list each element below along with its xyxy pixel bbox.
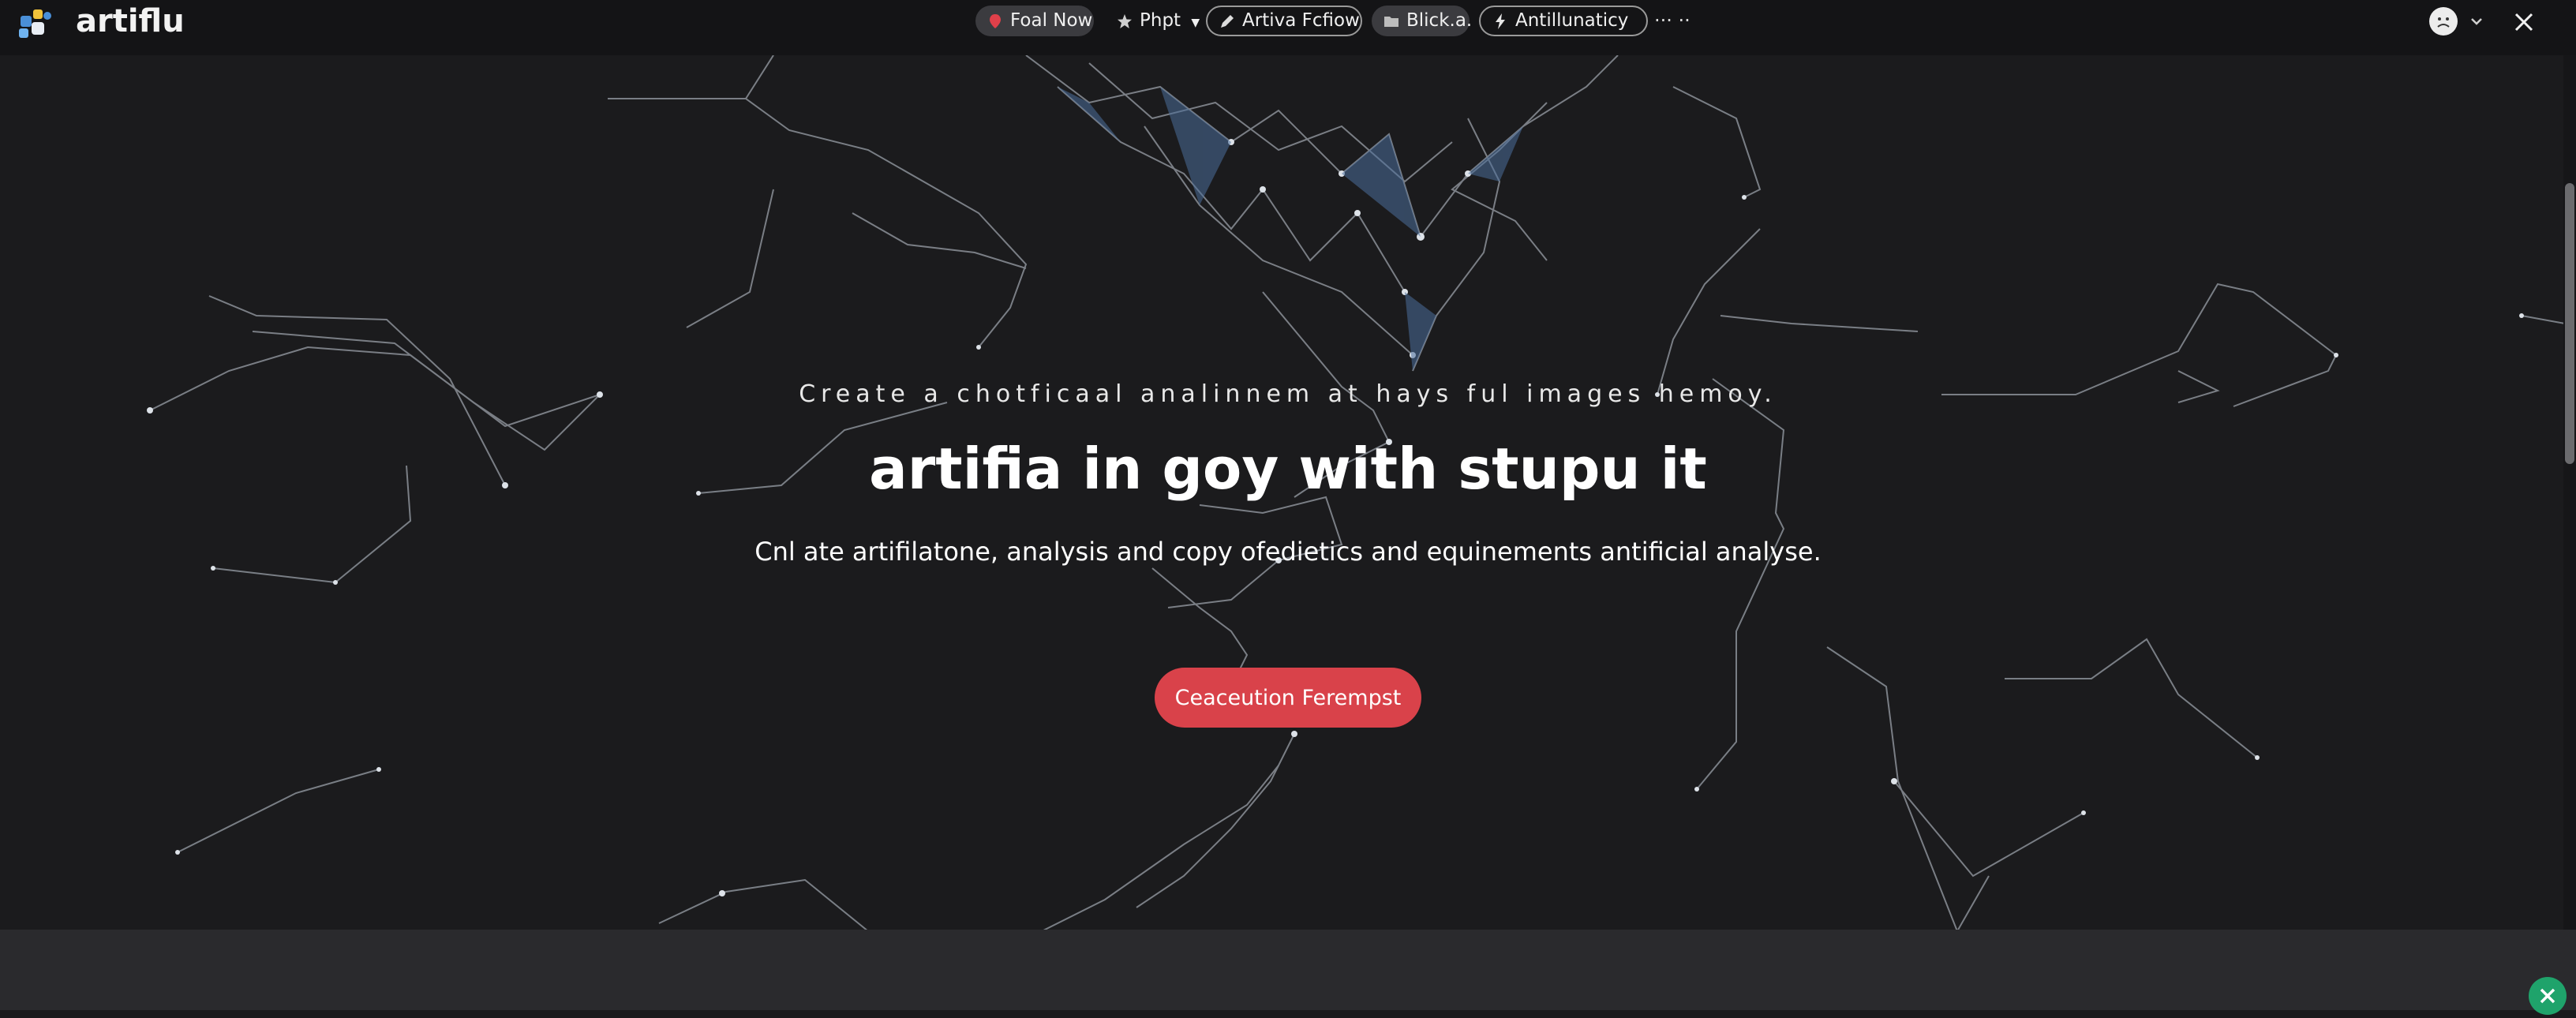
- dismiss-button[interactable]: [2529, 977, 2567, 1015]
- tab-label: Phpt: [1140, 10, 1181, 31]
- folder-icon: [1384, 17, 1398, 27]
- chevron-down-icon: ▼: [1191, 17, 1200, 29]
- tab-blick[interactable]: Blick.a.: [1372, 6, 1473, 36]
- app-logo-icon: [19, 9, 51, 38]
- close-icon[interactable]: [2510, 8, 2538, 36]
- hero-subline: Cnl ate artifilatone, analysis and copy …: [754, 537, 1822, 567]
- scrollbar-thumb[interactable]: [2565, 183, 2574, 464]
- lightning-icon: [1496, 13, 1505, 29]
- cta-button[interactable]: Ceaceution Ferempst: [1155, 668, 1421, 728]
- top-bar: artiflu Foal Now Phpt ▼ Artiva Fcfiow Bl…: [0, 0, 2576, 55]
- chevron-down-icon[interactable]: [2467, 9, 2486, 33]
- hero-tagline: Create a chotficaal analinnem at hays fu…: [799, 380, 1777, 408]
- tab-label: Artiva Fcfiow: [1242, 10, 1360, 31]
- app-name: artiflu: [76, 3, 185, 39]
- tab-label: Foal Now: [1010, 10, 1093, 31]
- tab-antillunaticy[interactable]: Antillunaticy: [1479, 6, 1648, 36]
- star-icon: [1118, 14, 1132, 28]
- tab-foal-now[interactable]: Foal Now: [975, 6, 1094, 36]
- tab-artiva-fcfiow[interactable]: Artiva Fcfiow: [1206, 6, 1362, 36]
- tab-label: Blick.a.: [1406, 10, 1473, 31]
- pin-icon: [990, 14, 1001, 28]
- tab-label: Antillunaticy: [1515, 10, 1629, 31]
- pencil-icon: [1221, 15, 1234, 28]
- tab-phpt[interactable]: Phpt ▼: [1105, 6, 1200, 36]
- hero-headline: artifia in goy with stupu it: [869, 436, 1707, 502]
- user-avatar[interactable]: [2429, 7, 2458, 36]
- more-tabs-button[interactable]: ··· ··: [1654, 6, 1690, 36]
- close-icon: [2540, 988, 2555, 1004]
- face-icon: [2437, 17, 2450, 28]
- bottom-panel: [0, 930, 2576, 1010]
